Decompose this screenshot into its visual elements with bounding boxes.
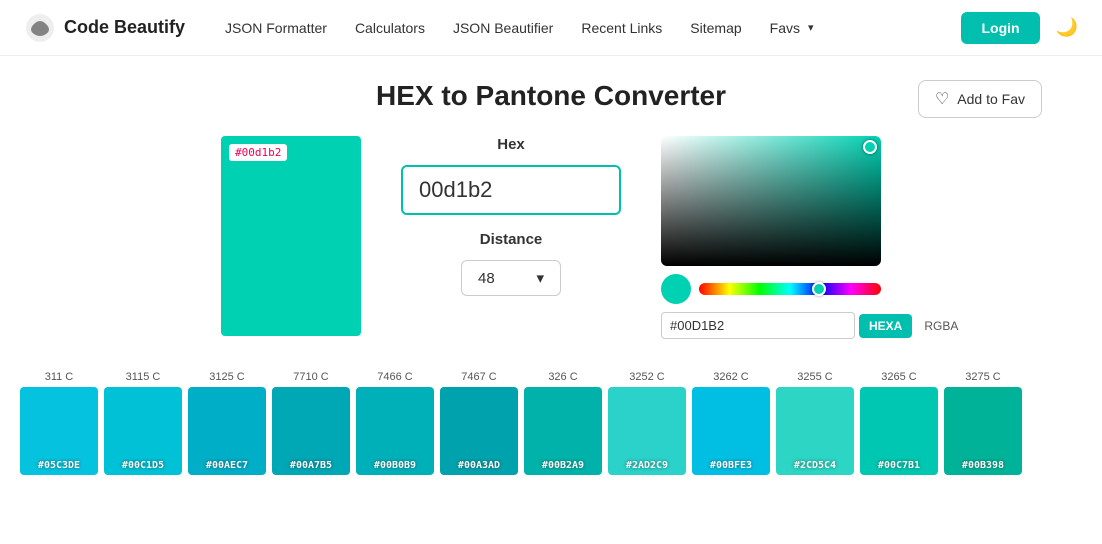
swatch-code: #00A3AD	[458, 460, 500, 471]
swatch-item: 3275 C #00B398	[944, 371, 1022, 475]
recent-links-link[interactable]: Recent Links	[581, 20, 662, 36]
gradient-dot	[863, 140, 877, 154]
color-preview-section: #00d1b2	[221, 136, 361, 336]
swatch-item: 3125 C #00AEC7	[188, 371, 266, 475]
input-section: Hex Distance 48 ▾	[401, 136, 621, 296]
swatch-name: 7466 C	[377, 371, 412, 383]
swatch-name: 7710 C	[293, 371, 328, 383]
swatch-name: 3115 C	[126, 371, 161, 383]
swatch-code: #00A7B5	[290, 460, 332, 471]
swatch-name: 3252 C	[629, 371, 664, 383]
hex-input[interactable]	[401, 165, 621, 215]
swatch-box[interactable]: #00BFE3	[692, 387, 770, 475]
swatch-name: 3255 C	[797, 371, 832, 383]
swatch-name: 311 C	[45, 371, 74, 383]
distance-value: 48	[478, 270, 495, 287]
swatch-box[interactable]: #2AD2C9	[608, 387, 686, 475]
swatch-box[interactable]: #00B0B9	[356, 387, 434, 475]
swatch-name: 326 C	[548, 371, 577, 383]
page-title: HEX to Pantone Converter	[376, 80, 726, 112]
distance-chevron-icon: ▾	[536, 269, 544, 287]
swatch-code: #00B2A9	[542, 460, 584, 471]
add-to-fav-button[interactable]: ♡ Add to Fav	[918, 80, 1042, 118]
swatch-box[interactable]: #05C3DE	[20, 387, 98, 475]
swatch-item: 3265 C #00C7B1	[860, 371, 938, 475]
swatch-item: 7467 C #00A3AD	[440, 371, 518, 475]
swatch-box[interactable]: #00A7B5	[272, 387, 350, 475]
swatch-box[interactable]: #00C1D5	[104, 387, 182, 475]
dark-mode-button[interactable]: 🌙	[1056, 17, 1078, 38]
swatch-name: 3275 C	[965, 371, 1000, 383]
sitemap-link[interactable]: Sitemap	[690, 20, 741, 36]
center-area: #00d1b2 Hex Distance 48 ▾	[0, 136, 1102, 339]
swatch-box[interactable]: #2CD5C4	[776, 387, 854, 475]
swatches-row: 311 C #05C3DE 3115 C #00C1D5 3125 C #00A…	[20, 371, 1082, 475]
swatch-item: 3255 C #2CD5C4	[776, 371, 854, 475]
hue-row	[661, 274, 881, 304]
swatches-section: 311 C #05C3DE 3115 C #00C1D5 3125 C #00A…	[0, 355, 1102, 483]
hexa-button[interactable]: HEXA	[859, 314, 912, 338]
swatch-name: 3262 C	[713, 371, 748, 383]
swatch-code: #00C7B1	[878, 460, 920, 471]
hue-swatch	[661, 274, 691, 304]
hue-thumb	[812, 282, 826, 296]
calculators-link[interactable]: Calculators	[355, 20, 425, 36]
rgba-button[interactable]: RGBA	[916, 314, 966, 338]
color-hex-label: #00d1b2	[229, 144, 287, 161]
swatch-box[interactable]: #00A3AD	[440, 387, 518, 475]
hex-row: HEXA RGBA	[661, 312, 881, 339]
swatch-box[interactable]: #00B2A9	[524, 387, 602, 475]
swatch-code: #2AD2C9	[626, 460, 668, 471]
swatch-item: 311 C #05C3DE	[20, 371, 98, 475]
swatch-item: 3252 C #2AD2C9	[608, 371, 686, 475]
swatch-item: 3115 C #00C1D5	[104, 371, 182, 475]
distance-label: Distance	[480, 231, 543, 248]
navbar: Code Beautify JSON Formatter Calculators…	[0, 0, 1102, 56]
hex-display-input[interactable]	[661, 312, 855, 339]
swatch-code: #2CD5C4	[794, 460, 836, 471]
swatch-code: #00AEC7	[206, 460, 248, 471]
swatch-item: 3262 C #00BFE3	[692, 371, 770, 475]
color-preview-box: #00d1b2	[221, 136, 361, 336]
swatch-box[interactable]: #00C7B1	[860, 387, 938, 475]
logo[interactable]: Code Beautify	[24, 12, 185, 44]
swatch-box[interactable]: #00B398	[944, 387, 1022, 475]
swatch-name: 3125 C	[209, 371, 244, 383]
swatch-code: #00B398	[962, 460, 1004, 471]
favs-label: Favs	[770, 20, 800, 36]
favs-link[interactable]: Favs ▾	[770, 20, 814, 36]
swatch-item: 7466 C #00B0B9	[356, 371, 434, 475]
color-picker-section: HEXA RGBA	[661, 136, 881, 339]
swatch-item: 7710 C #00A7B5	[272, 371, 350, 475]
swatch-box[interactable]: #00AEC7	[188, 387, 266, 475]
hue-slider[interactable]	[699, 283, 881, 295]
nav-right-actions: Login 🌙	[961, 12, 1078, 44]
swatch-item: 326 C #00B2A9	[524, 371, 602, 475]
json-formatter-link[interactable]: JSON Formatter	[225, 20, 327, 36]
logo-icon	[24, 12, 56, 44]
swatch-code: #00BFE3	[710, 460, 752, 471]
login-button[interactable]: Login	[961, 12, 1039, 44]
swatch-code: #00C1D5	[122, 460, 164, 471]
nav-links: JSON Formatter Calculators JSON Beautifi…	[225, 20, 961, 36]
main-content: HEX to Pantone Converter ♡ Add to Fav #0…	[0, 56, 1102, 355]
logo-text: Code Beautify	[64, 17, 185, 38]
add-to-fav-label: Add to Fav	[957, 91, 1025, 107]
favs-chevron-icon: ▾	[808, 21, 814, 34]
distance-dropdown[interactable]: 48 ▾	[461, 260, 561, 296]
swatch-name: 7467 C	[461, 371, 496, 383]
json-beautifier-link[interactable]: JSON Beautifier	[453, 20, 553, 36]
heart-icon: ♡	[935, 89, 949, 109]
gradient-picker[interactable]	[661, 136, 881, 266]
hex-label: Hex	[497, 136, 525, 153]
swatch-name: 3265 C	[881, 371, 916, 383]
swatch-code: #05C3DE	[38, 460, 80, 471]
swatch-code: #00B0B9	[374, 460, 416, 471]
